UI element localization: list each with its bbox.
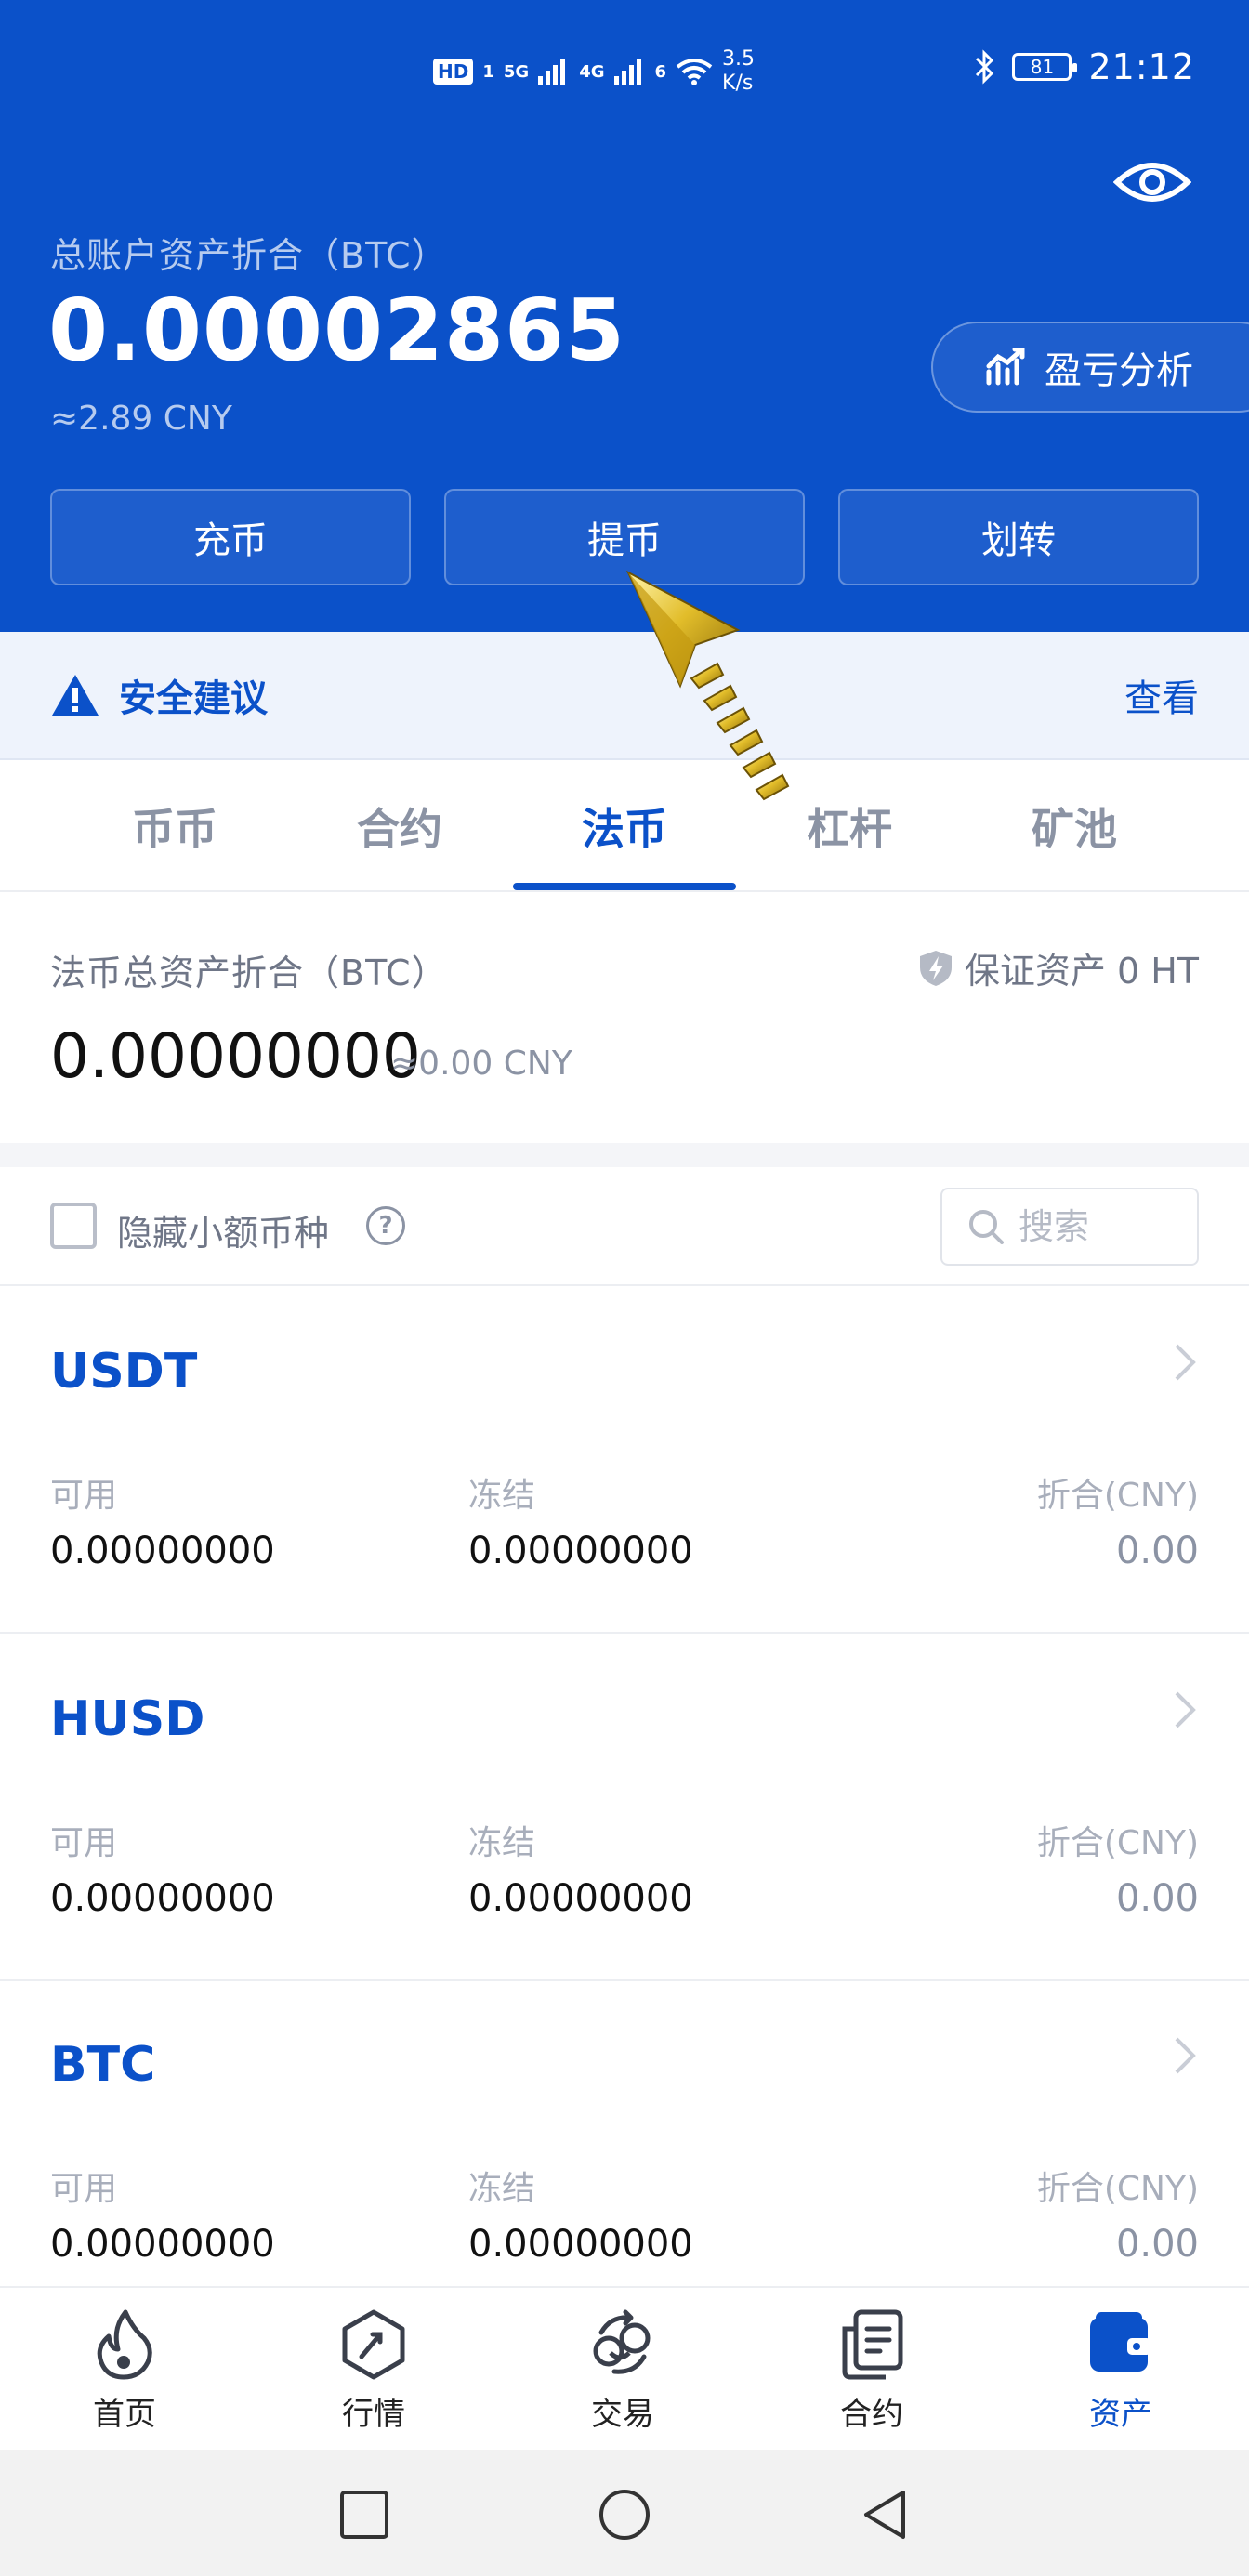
- help-icon[interactable]: ?: [366, 1206, 405, 1245]
- frozen-value: 0.00000000: [468, 2223, 693, 2266]
- chevron-right-icon: [1175, 2037, 1196, 2074]
- nav-assets-label: 资产: [1089, 2396, 1152, 2433]
- nav-trade[interactable]: 交易: [498, 2288, 747, 2451]
- search-icon: [969, 1210, 1004, 1244]
- cny-value: 0.00: [1115, 1530, 1199, 1572]
- security-title: 安全建议: [119, 677, 268, 720]
- hd-badge: HD: [433, 59, 474, 85]
- network-5g-label: 5G: [503, 61, 530, 82]
- bluetooth-icon: [976, 49, 994, 85]
- frozen-label: 冻结: [468, 2170, 536, 2208]
- home-circle-icon[interactable]: [597, 2487, 652, 2543]
- deposit-button[interactable]: 充币: [50, 489, 411, 585]
- status-right: 81 21:12: [973, 46, 1195, 87]
- tab-pool[interactable]: 矿池: [963, 760, 1186, 892]
- eye-icon[interactable]: [1113, 154, 1191, 210]
- nav-contract-label: 合约: [840, 2396, 903, 2433]
- active-tab-indicator: [513, 883, 736, 890]
- available-label: 可用: [50, 1477, 118, 1515]
- signal-icon: [613, 59, 641, 85]
- hide-small-checkbox[interactable]: [50, 1203, 97, 1249]
- coin-name: HUSD: [50, 1691, 205, 1747]
- available-value: 0.00000000: [50, 1530, 275, 1572]
- wallet-icon: [1090, 2312, 1151, 2372]
- total-assets-cny: ≈2.89 CNY: [50, 400, 232, 438]
- chevron-right-icon: [1175, 1344, 1196, 1381]
- nav-market[interactable]: 行情: [249, 2288, 498, 2451]
- guarantee-text: 保证资产 0 HT: [964, 951, 1199, 992]
- guarantee-assets[interactable]: 保证资产 0 HT: [918, 942, 1199, 993]
- available-label: 可用: [50, 1824, 118, 1862]
- speed-unit: K/s: [722, 72, 754, 95]
- cny-value: 0.00: [1115, 1877, 1199, 1920]
- nav-home-label: 首页: [93, 2396, 156, 2433]
- market-icon: [342, 2309, 405, 2380]
- chart-trend-icon: [986, 348, 1025, 386]
- account-header: HD 1 5G 4G 6 3.5 K/s 81 21:12 总账户资产折合（BTC…: [0, 0, 1249, 632]
- wifi-standard-label: 6: [654, 61, 667, 82]
- flame-icon: [97, 2309, 152, 2380]
- hide-small-label[interactable]: 隐藏小额币种: [117, 1204, 329, 1255]
- signal-icon: [538, 59, 566, 85]
- clock: 21:12: [1088, 46, 1195, 87]
- system-nav-bar: [0, 2450, 1249, 2576]
- fiat-total-cny: ≈0.00 CNY: [390, 1045, 572, 1083]
- search-input[interactable]: [1019, 1206, 1186, 1247]
- frozen-value: 0.00000000: [468, 1877, 693, 1920]
- status-bar: HD 1 5G 4G 6 3.5 K/s 81 21:12: [0, 0, 1249, 130]
- back-triangle-icon[interactable]: [857, 2487, 913, 2543]
- nav-trade-label: 交易: [591, 2396, 654, 2433]
- pointer-arrow-icon: [625, 570, 790, 801]
- nav-market-label: 行情: [342, 2396, 405, 2433]
- fiat-total-label: 法币总资产折合（BTC）: [50, 953, 448, 993]
- frozen-label: 冻结: [468, 1824, 536, 1862]
- network-4g-label: 4G: [579, 61, 605, 82]
- nav-home[interactable]: 首页: [0, 2288, 249, 2451]
- nav-contract[interactable]: 合约: [747, 2288, 996, 2451]
- status-left: HD 1 5G 4G 6 3.5 K/s: [433, 47, 755, 96]
- battery-indicator: 81: [1012, 53, 1078, 81]
- network-speed: 3.5 K/s: [722, 47, 755, 96]
- trade-icon: [593, 2309, 651, 2374]
- security-view-link[interactable]: 查看: [1124, 668, 1199, 722]
- recent-apps-icon[interactable]: [336, 2487, 392, 2543]
- pnl-analysis-button[interactable]: 盈亏分析: [931, 322, 1249, 413]
- contract-icon: [842, 2309, 903, 2380]
- available-label: 可用: [50, 2170, 118, 2208]
- cny-label: 折合(CNY): [1036, 1824, 1199, 1862]
- frozen-label: 冻结: [468, 1477, 536, 1515]
- fiat-total-value: 0.00000000: [50, 1020, 421, 1092]
- coin-row-usdt[interactable]: USDT 可用 冻结 折合(CNY) 0.00000000 0.00000000…: [0, 1288, 1249, 1634]
- sim-slot: 1: [482, 61, 494, 82]
- cny-label: 折合(CNY): [1036, 2170, 1199, 2208]
- available-value: 0.00000000: [50, 1877, 275, 1920]
- chevron-right-icon: [1175, 1691, 1196, 1728]
- tab-spot[interactable]: 币币: [63, 760, 286, 892]
- frozen-value: 0.00000000: [468, 1530, 693, 1572]
- wifi-icon: [676, 59, 713, 85]
- transfer-button[interactable]: 划转: [838, 489, 1199, 585]
- section-divider: [0, 1143, 1249, 1167]
- bottom-nav: 首页 行情 交易 合约 资产: [0, 2286, 1249, 2450]
- coin-row-husd[interactable]: HUSD 可用 冻结 折合(CNY) 0.00000000 0.00000000…: [0, 1636, 1249, 1981]
- coin-row-btc[interactable]: BTC 可用 冻结 折合(CNY) 0.00000000 0.00000000 …: [0, 1981, 1249, 2327]
- available-value: 0.00000000: [50, 2223, 275, 2266]
- speed-value: 3.5: [722, 47, 756, 71]
- warning-icon: [52, 675, 99, 716]
- cny-label: 折合(CNY): [1036, 1477, 1199, 1515]
- total-assets-label: 总账户资产折合（BTC）: [50, 235, 448, 276]
- coin-name: USDT: [50, 1344, 198, 1400]
- pnl-analysis-label: 盈亏分析: [1045, 349, 1193, 392]
- coin-name: BTC: [50, 2037, 156, 2093]
- shield-icon: [919, 950, 952, 986]
- total-assets-value: 0.00002865: [48, 281, 626, 380]
- nav-assets[interactable]: 资产: [996, 2288, 1245, 2451]
- cny-value: 0.00: [1115, 2223, 1199, 2266]
- tab-contract[interactable]: 合约: [288, 760, 511, 892]
- search-box[interactable]: [940, 1188, 1199, 1266]
